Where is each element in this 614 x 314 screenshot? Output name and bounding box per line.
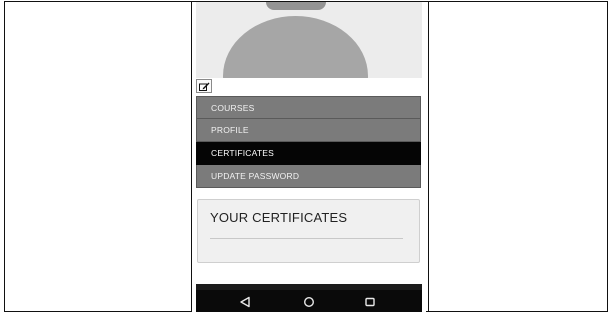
android-navigation-bar [196,284,422,312]
menu-item-update-password[interactable]: UPDATE PASSWORD [196,165,421,188]
avatar-head-shade [266,2,326,10]
recents-icon [365,297,375,307]
avatar-placeholder [223,16,368,78]
menu-item-courses[interactable]: COURSES [196,96,421,119]
edit-avatar-button[interactable] [196,79,212,93]
menu-item-certificates[interactable]: CERTIFICATES [196,142,421,165]
home-icon [303,296,315,308]
table-column-divider-right [428,2,429,311]
phone-screen: COURSES PROFILE CERTIFICATES UPDATE PASS… [192,2,426,312]
recents-button[interactable] [363,295,377,309]
menu-item-label: COURSES [211,102,255,113]
menu-item-profile[interactable]: PROFILE [196,119,421,142]
profile-avatar-area [196,2,422,78]
card-divider [210,238,403,239]
menu-item-label: PROFILE [211,125,249,135]
home-button[interactable] [302,295,316,309]
certificates-card-title: YOUR CERTIFICATES [210,210,348,225]
back-button[interactable] [238,295,252,309]
certificates-card: YOUR CERTIFICATES [197,199,420,263]
navigation-menu: COURSES PROFILE CERTIFICATES UPDATE PASS… [196,96,421,188]
menu-item-label: CERTIFICATES [211,148,275,158]
edit-icon [198,82,209,91]
menu-item-label: UPDATE PASSWORD [211,171,300,181]
navbar-top-strip [196,284,422,290]
back-icon [240,296,250,308]
